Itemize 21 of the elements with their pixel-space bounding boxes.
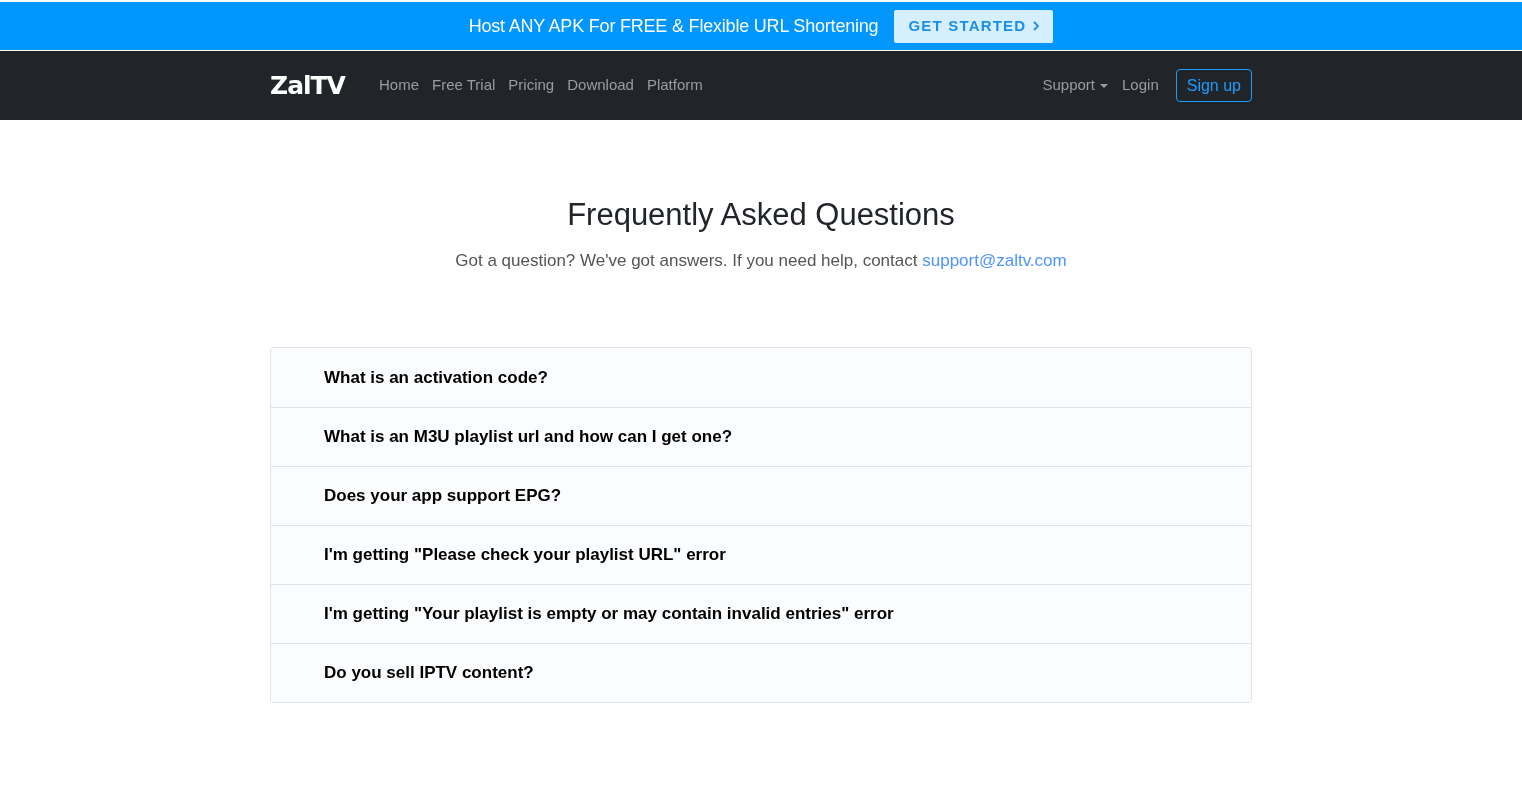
sign-up-button[interactable]: Sign up bbox=[1175, 69, 1252, 102]
promo-text: Host ANY APK For FREE & Flexible URL Shortening bbox=[468, 14, 879, 38]
support-dropdown[interactable]: Support bbox=[1042, 74, 1109, 97]
email-link[interactable]: support@zaltv.com bbox=[922, 251, 1067, 270]
nav-link[interactable]: Download bbox=[567, 74, 634, 97]
faq-question[interactable]: I'm getting "Please check your playlist URL" error bbox=[271, 525, 1251, 584]
nav-link[interactable]: Pricing bbox=[508, 74, 555, 97]
faq-question[interactable]: What is an M3U playlist url and how can I get one? bbox=[271, 407, 1251, 466]
nav-link[interactable]: Home bbox=[378, 74, 419, 97]
faq-question[interactable]: Does your app support EPG? bbox=[271, 466, 1251, 525]
logo[interactable]: ZalTV bbox=[270, 66, 345, 105]
nav-link[interactable]: Login bbox=[1122, 74, 1159, 97]
nav-link[interactable]: Free Trial bbox=[432, 74, 496, 97]
chevron-right-icon bbox=[1033, 21, 1040, 31]
nav-link[interactable]: Platform bbox=[646, 74, 703, 97]
subtitle-text: Got a question? We've got answers. If you need help, contact support@zaltv.com bbox=[455, 250, 1067, 272]
faq-question[interactable]: What is an activation code? bbox=[271, 348, 1251, 407]
page-title: Frequently Asked Questions bbox=[567, 196, 955, 234]
caret-icon bbox=[1100, 83, 1109, 88]
faq-question[interactable]: Do you sell IPTV content? bbox=[271, 643, 1251, 702]
faq-question[interactable]: I'm getting "Your playlist is empty or may contain invalid entries" error bbox=[271, 584, 1251, 643]
